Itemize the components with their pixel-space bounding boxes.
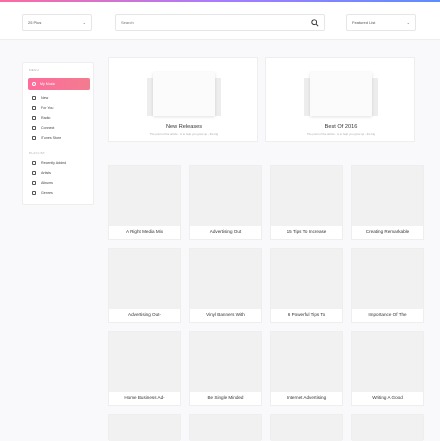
album-card[interactable]: Home Business Ad- (108, 331, 181, 406)
album-card[interactable]: Be Single Minded (189, 331, 262, 406)
heart-icon (32, 106, 36, 110)
featured-subtitle: The point of the article - is to help yo… (149, 132, 219, 136)
featured-title: New Releases (165, 124, 203, 130)
album-art (271, 332, 342, 392)
album-art (352, 332, 423, 392)
album-art (310, 72, 372, 116)
left-select-value: 25 Plus (28, 20, 42, 25)
sidebar: MENU My Music New For You Radio Connect … (22, 62, 94, 205)
right-select-value: Featured List (352, 20, 376, 25)
album-title: Home Business Ad- (124, 395, 165, 400)
album-art (352, 415, 423, 441)
album-art (190, 332, 261, 392)
album-title: Internet Advertising (286, 395, 327, 400)
sidebar-item-for-you[interactable]: For You (32, 106, 53, 110)
album-card[interactable] (108, 414, 181, 441)
album-art (190, 249, 261, 309)
sidebar-item-label: My Music (40, 82, 56, 86)
radio-icon (32, 116, 36, 120)
clock-icon (32, 161, 36, 165)
sidebar-item-label: Recently Added (41, 161, 67, 165)
sidebar-item-label: Artists (41, 171, 51, 175)
album-art (109, 249, 180, 309)
sidebar-item-new[interactable]: New (32, 96, 48, 100)
featured-card-new-releases[interactable]: New Releases The point of the article - … (108, 57, 258, 142)
album-title: A Right Media Mix (125, 229, 164, 234)
album-art (190, 415, 261, 441)
mic-icon (32, 171, 36, 175)
sidebar-item-artists[interactable]: Artists (32, 171, 51, 175)
album-title: 15 Tips To Increase (286, 229, 327, 234)
featured-subtitle: The point of the article - is to help yo… (306, 132, 376, 136)
search-input[interactable] (121, 20, 301, 25)
album-card[interactable] (189, 414, 262, 441)
album-title: Importance Of The (368, 312, 407, 317)
album-art (109, 332, 180, 392)
sidebar-item-radio[interactable]: Radio (32, 116, 50, 120)
sidebar-item-label: New (41, 96, 49, 100)
chevron-down-icon: ⌄ (82, 20, 86, 25)
left-select[interactable]: 25 Plus ⌄ (22, 14, 92, 31)
sidebar-item-albums[interactable]: Albums (32, 181, 53, 185)
tag-icon (32, 191, 36, 195)
sidebar-item-recently-added[interactable]: Recently Added (32, 161, 66, 165)
music-icon (32, 82, 36, 86)
album-art (109, 166, 180, 226)
album-title: 6 Powerful Tips To (287, 312, 326, 317)
sidebar-item-itunes-store[interactable]: iTunes Store (32, 136, 61, 140)
album-title: Be Single Minded (207, 395, 244, 400)
featured-title: Best Of 2016 (324, 124, 358, 130)
album-art (352, 249, 423, 309)
album-card[interactable]: 15 Tips To Increase (270, 165, 343, 240)
right-select[interactable]: Featured List ⌄ (346, 14, 416, 31)
album-card[interactable]: A Right Media Mix (108, 165, 181, 240)
disc-icon (32, 181, 36, 185)
sidebar-item-my-music[interactable]: My Music (28, 78, 90, 90)
sidebar-item-label: Connect (41, 126, 55, 130)
album-title: Writing A Good (372, 395, 403, 400)
sidebar-item-label: For You (41, 106, 54, 110)
top-bar: 25 Plus ⌄ Featured List ⌄ (0, 2, 440, 40)
album-title: Creating Remarkable (365, 229, 410, 234)
album-art (271, 415, 342, 441)
sidebar-item-genres[interactable]: Genres (32, 191, 53, 195)
sidebar-item-label: iTunes Store (41, 136, 62, 140)
album-art (109, 415, 180, 441)
featured-card-best-of-2016[interactable]: Best Of 2016 The point of the article - … (265, 57, 415, 142)
sidebar-item-label: Albums (41, 181, 53, 185)
album-art (271, 249, 342, 309)
album-card[interactable]: Vinyl Banners With (189, 248, 262, 323)
album-card[interactable] (270, 414, 343, 441)
album-title: Advertising Out- (128, 312, 161, 317)
album-card[interactable]: Advertising Out (189, 165, 262, 240)
album-card[interactable]: 6 Powerful Tips To (270, 248, 343, 323)
album-card[interactable]: Writing A Good (351, 331, 424, 406)
album-title: Advertising Out (209, 229, 242, 234)
album-card[interactable] (351, 414, 424, 441)
album-art (352, 166, 423, 226)
menu-section-title: MENU (29, 68, 40, 72)
album-card[interactable]: Importance Of The (351, 248, 424, 323)
store-icon (32, 136, 36, 140)
sidebar-item-label: Radio (41, 116, 51, 120)
sidebar-item-connect[interactable]: Connect (32, 126, 54, 130)
album-card[interactable]: Creating Remarkable (351, 165, 424, 240)
album-art (190, 166, 261, 226)
search-icon[interactable] (311, 18, 319, 27)
album-title: Vinyl Banners With (206, 312, 245, 317)
star-icon (32, 96, 36, 100)
album-art (271, 166, 342, 226)
playlist-section-title: PLAYLIST (29, 151, 46, 155)
connect-icon (32, 126, 36, 130)
album-card[interactable]: Internet Advertising (270, 331, 343, 406)
chevron-down-icon: ⌄ (406, 20, 410, 25)
sidebar-item-label: Genres (41, 191, 53, 195)
album-card[interactable]: Advertising Out- (108, 248, 181, 323)
search-bar[interactable] (115, 14, 325, 31)
album-art (153, 72, 215, 116)
